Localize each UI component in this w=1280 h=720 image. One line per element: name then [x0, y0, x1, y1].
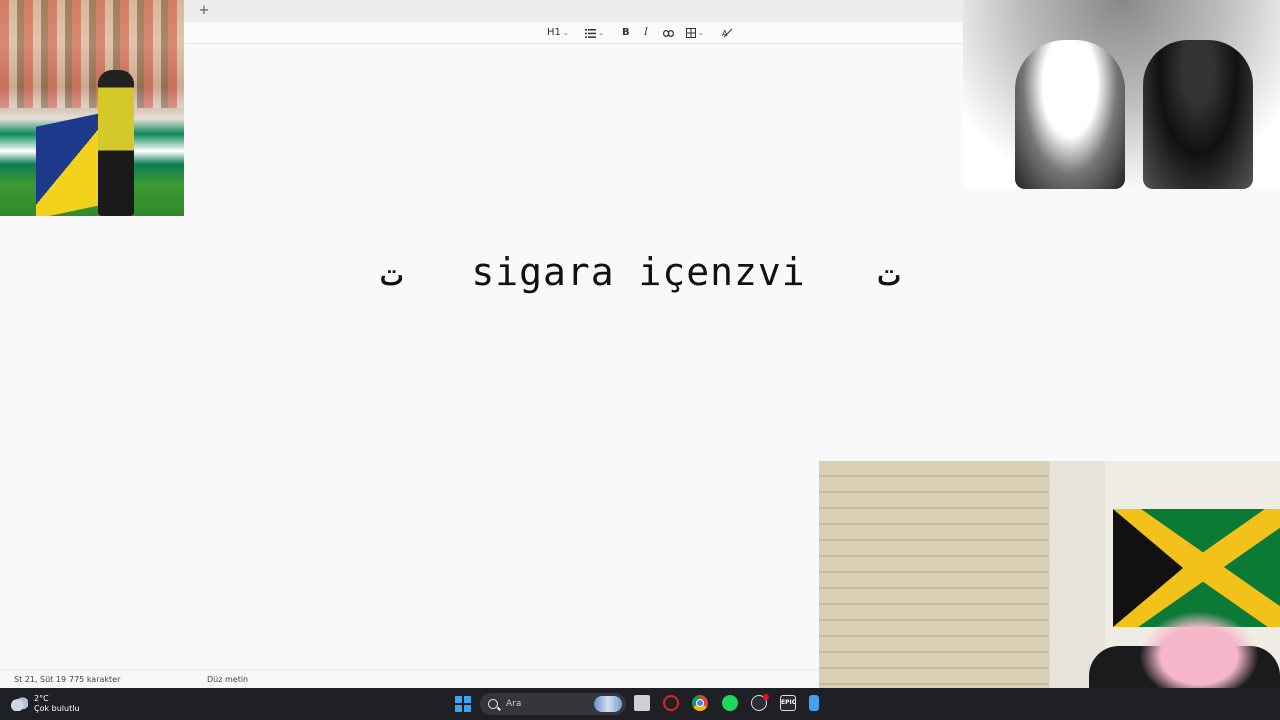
bold-button[interactable]: B [622, 26, 630, 40]
editor-content[interactable]: ت sigara içenzvi ت [0, 250, 1280, 294]
link-button[interactable] [663, 26, 674, 40]
notepad-icon[interactable] [809, 695, 819, 711]
webcam-overlay [819, 461, 1280, 720]
crowd-image [0, 0, 184, 108]
chevron-down-icon: ⌄ [562, 29, 569, 37]
list-icon [585, 28, 596, 38]
cloud-icon [10, 697, 28, 711]
manga-stand-image [1143, 40, 1253, 189]
character-count: 775 karakter [69, 675, 121, 684]
opera-gx-icon[interactable] [663, 695, 679, 711]
manga-panel-overlay [963, 0, 1280, 189]
weather-widget[interactable]: 2°C Çok bulutlu [10, 694, 80, 714]
tab-strip [184, 0, 964, 22]
table-dropdown[interactable]: ⌄ [686, 26, 704, 40]
table-icon [686, 28, 696, 38]
chevron-down-icon: ⌄ [698, 29, 704, 37]
weather-temperature: 2°C [34, 694, 49, 703]
status-bar: St 21, Süt 19 775 karakter Düz metin [0, 669, 820, 688]
goalkeeper-image [98, 70, 134, 216]
taskbar-search[interactable]: Ara [480, 693, 626, 715]
format-toolbar [184, 22, 964, 44]
add-tab-button[interactable]: + [197, 3, 211, 19]
screen: + H1 ⌄ ⌄ B I ⌄ A ت sigara içenzvi ت St 2… [0, 0, 1280, 720]
manga-character-image [1015, 40, 1125, 189]
italic-button[interactable]: I [644, 26, 648, 40]
spotify-icon[interactable] [722, 695, 738, 711]
search-highlight-image [594, 696, 622, 712]
list-dropdown[interactable]: ⌄ [585, 26, 604, 40]
text-format[interactable]: Düz metin [207, 675, 248, 684]
chrome-icon[interactable] [692, 695, 708, 711]
football-photo-overlay [0, 0, 184, 216]
clear-formatting-button[interactable]: A [722, 26, 732, 40]
search-placeholder: Ara [506, 699, 522, 709]
jamaica-flag-image [1113, 509, 1280, 627]
heading-dropdown[interactable]: H1 ⌄ [547, 26, 569, 40]
clear-formatting-icon: A [722, 28, 732, 38]
epic-games-icon[interactable]: EPIC [780, 695, 796, 711]
link-icon [663, 29, 674, 37]
start-button[interactable] [455, 696, 471, 712]
task-view-icon[interactable] [634, 695, 650, 711]
heading-label: H1 [547, 27, 561, 38]
window-blinds-image [819, 461, 1049, 720]
club-flag-image [36, 113, 100, 216]
windows-logo-icon [455, 696, 462, 703]
notification-badge [763, 694, 769, 700]
chevron-down-icon: ⌄ [598, 29, 604, 37]
search-icon [488, 699, 498, 709]
cursor-position: St 21, Süt 19 [14, 675, 67, 684]
weather-description: Çok bulutlu [34, 704, 80, 713]
